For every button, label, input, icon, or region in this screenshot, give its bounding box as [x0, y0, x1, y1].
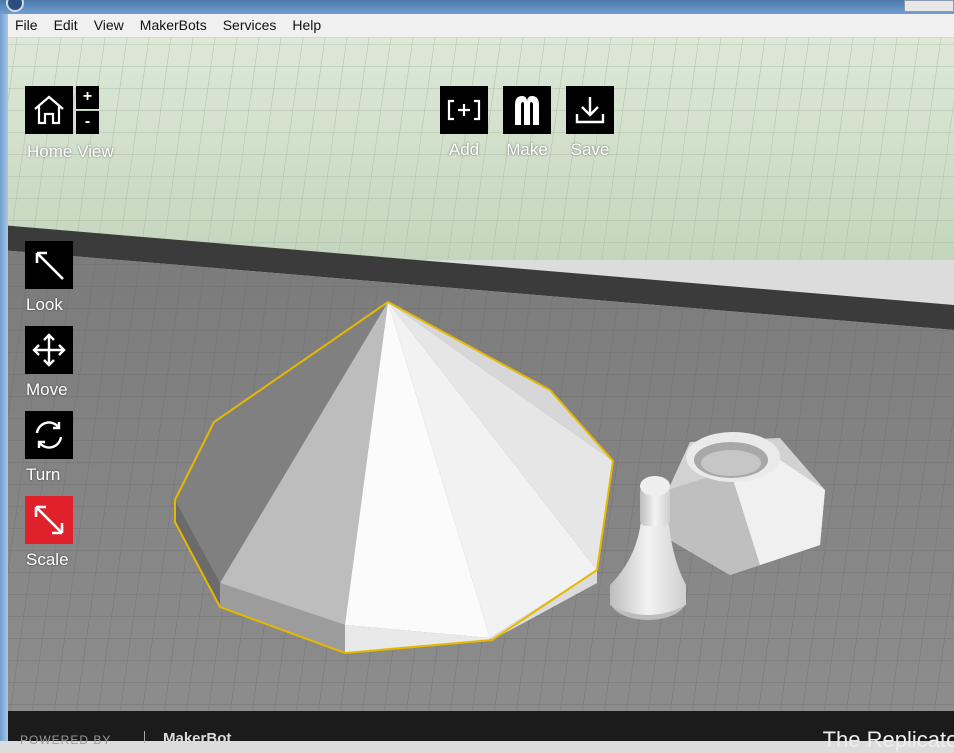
window-titlebar — [0, 0, 954, 14]
menu-file[interactable]: File — [8, 14, 46, 37]
footer-divider — [144, 731, 145, 743]
save-label: Save — [570, 140, 610, 159]
makerbot-m-icon — [515, 96, 539, 125]
move-tool[interactable]: Move — [25, 326, 73, 400]
menu-edit[interactable]: Edit — [46, 14, 86, 37]
add-button[interactable] — [440, 86, 488, 134]
download-icon — [575, 97, 605, 124]
add-label: Add — [448, 140, 480, 159]
menu-view[interactable]: View — [86, 14, 132, 37]
home-view-button[interactable] — [25, 86, 73, 134]
turn-label: Turn — [26, 465, 61, 484]
menu-makerbots[interactable]: MakerBots — [132, 14, 215, 37]
look-arrow-icon — [35, 251, 64, 280]
scale-button[interactable] — [25, 496, 73, 544]
move-label: Move — [26, 380, 68, 399]
zoom-in-button[interactable]: + — [76, 86, 99, 109]
home-view-label: Home View — [27, 142, 114, 161]
menu-bar: File Edit View MakerBots Services Help — [8, 14, 954, 38]
scale-label: Scale — [26, 550, 69, 569]
scale-tool[interactable]: Scale — [25, 496, 73, 570]
make-tool[interactable]: Make — [503, 86, 551, 160]
turn-tool[interactable]: Turn — [25, 411, 73, 485]
make-button[interactable] — [503, 86, 551, 134]
makerbot-logo: MakerBot — [163, 730, 232, 747]
powered-by-text: POWERED BY — [20, 733, 112, 747]
3d-viewport[interactable]: + - Home View Add Make Save Look Move Tu… — [8, 38, 954, 741]
move-button[interactable] — [25, 326, 73, 374]
look-tool[interactable]: Look — [25, 241, 73, 315]
make-label: Make — [506, 140, 548, 159]
look-label: Look — [26, 295, 63, 314]
app-icon — [6, 0, 24, 12]
move-arrows-icon — [32, 333, 66, 367]
home-icon — [34, 95, 64, 125]
save-tool[interactable]: Save — [566, 86, 614, 160]
window-controls[interactable] — [904, 0, 954, 12]
status-footer: POWERED BY MakerBot The Replicator 2 — [8, 711, 954, 752]
menu-help[interactable]: Help — [284, 14, 329, 37]
scale-icon — [34, 505, 64, 535]
rotate-icon — [35, 421, 63, 449]
add-bracket-icon — [447, 99, 481, 121]
machine-name[interactable]: The Replicator 2 — [823, 727, 954, 753]
save-button[interactable] — [566, 86, 614, 134]
add-tool[interactable]: Add — [440, 86, 488, 160]
menu-services[interactable]: Services — [215, 14, 285, 37]
zoom-out-button[interactable]: - — [76, 111, 99, 134]
turn-button[interactable] — [25, 411, 73, 459]
look-button[interactable] — [25, 241, 73, 289]
window-frame — [0, 14, 8, 741]
